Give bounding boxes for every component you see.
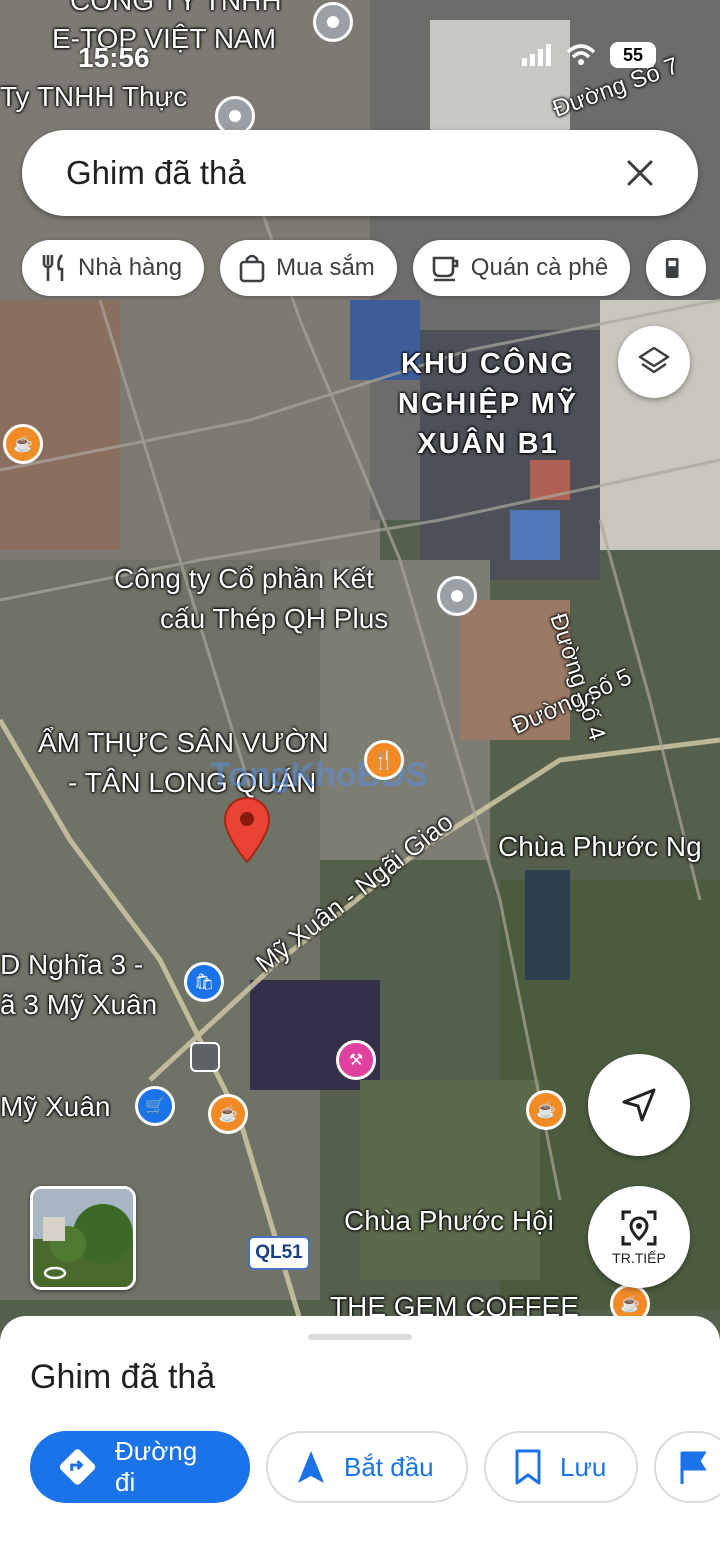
map-label-cong-ty-top: CÔNG TY TNHH	[70, 0, 282, 16]
chip-coffee[interactable]: Quán cà phê	[412, 240, 631, 296]
poi-company-icon[interactable]	[437, 576, 477, 616]
my-location-button[interactable]	[588, 1054, 690, 1156]
chip-label: Quán cà phê	[470, 254, 609, 281]
directions-button[interactable]: Đường đi	[30, 1431, 250, 1503]
live-view-icon	[621, 1210, 657, 1246]
map-label-qh-plus-2: cấu Thép QH Plus	[160, 603, 389, 634]
store-poi-icon[interactable]: 🛒	[135, 1086, 175, 1126]
coffee-poi-icon[interactable]: ☕	[3, 424, 43, 464]
search-title: Ghim đã thả	[66, 154, 246, 191]
chip-restaurants[interactable]: Nhà hàng	[22, 240, 205, 296]
chip-label: Nhà hàng	[78, 254, 183, 281]
activity-poi-icon[interactable]: ⚒	[336, 1040, 376, 1080]
coffee-poi-icon[interactable]: ☕	[526, 1090, 566, 1130]
bus-stop-icon[interactable]	[190, 1042, 220, 1072]
place-bottom-sheet[interactable]: Ghim đã thả Đường đi Bắt đầu Lưu	[0, 1316, 720, 1565]
map-label-am-thuc-1: ẨM THỰC SÂN VƯỜN	[38, 727, 329, 758]
street-view-image	[33, 1189, 133, 1287]
shopping-bag-icon	[239, 254, 265, 283]
restaurant-poi-icon[interactable]: 🍴	[364, 740, 404, 780]
status-time: 15:56	[78, 42, 150, 73]
coffee-poi-icon[interactable]: ☕	[208, 1094, 248, 1134]
street-view-thumbnail[interactable]	[30, 1186, 136, 1290]
sheet-drag-handle[interactable]	[308, 1334, 412, 1340]
status-icons: 55	[522, 42, 656, 68]
layers-button[interactable]	[618, 326, 690, 398]
gas-station-icon	[666, 258, 679, 278]
bookmark-icon	[515, 1449, 541, 1485]
map-label-my-xuan: Mỹ Xuân	[0, 1091, 111, 1122]
live-view-button[interactable]: TR.TIẾP	[588, 1186, 690, 1288]
signal-icon	[522, 44, 551, 66]
navigation-arrow-icon	[298, 1451, 324, 1483]
close-icon[interactable]	[626, 159, 654, 187]
map-label-chua-phuoc-hoi: Chùa Phước Hội	[344, 1205, 554, 1236]
map-label-qh-plus-1: Công ty Cổ phần Kết	[114, 563, 374, 594]
chip-label: Mua sắm	[276, 254, 375, 281]
start-label: Bắt đầu	[344, 1451, 434, 1482]
battery-indicator: 55	[610, 42, 656, 68]
dropped-pin-icon[interactable]	[222, 796, 272, 866]
shopping-poi-icon[interactable]: 🛍	[184, 962, 224, 1002]
map-label-chua-phuoc-ng: Chùa Phước Ng	[498, 831, 702, 862]
chip-more[interactable]	[646, 240, 707, 296]
chip-shopping[interactable]: Mua sắm	[220, 240, 397, 296]
sheet-title: Ghim đã thả	[30, 1358, 216, 1396]
road-shield-ql51: QL51	[248, 1236, 310, 1270]
poi-company-icon[interactable]	[313, 2, 353, 42]
map-label-khu-cong-nghiep: KHU CÔNG NGHIỆP MỸ XUÂN B1	[397, 348, 579, 460]
start-button[interactable]: Bắt đầu	[266, 1431, 468, 1503]
navigation-arrow-icon	[622, 1088, 656, 1122]
directions-label: Đường đi	[115, 1436, 198, 1497]
live-view-label: TR.TIẾP	[612, 1250, 666, 1266]
layers-icon	[638, 346, 670, 374]
map-label-ty-tnhh: Ty TNHH Thực	[0, 81, 188, 112]
save-button[interactable]: Lưu	[484, 1431, 638, 1503]
coffee-cup-icon	[432, 256, 459, 282]
fork-knife-icon	[42, 254, 64, 281]
flag-button[interactable]	[654, 1431, 720, 1503]
action-buttons: Đường đi Bắt đầu Lưu	[30, 1431, 720, 1503]
search-bar[interactable]: Ghim đã thả	[22, 130, 698, 216]
category-chips: Nhà hàng Mua sắm Quán cà phê	[22, 240, 720, 296]
map-label-nghia-3: D Nghĩa 3 -	[0, 949, 144, 980]
wifi-icon	[566, 44, 596, 65]
save-label: Lưu	[560, 1451, 607, 1482]
map-label-a3-my-xuan: ã 3 Mỹ Xuân	[0, 989, 158, 1020]
flag-icon	[680, 1451, 707, 1484]
directions-icon	[59, 1449, 96, 1485]
